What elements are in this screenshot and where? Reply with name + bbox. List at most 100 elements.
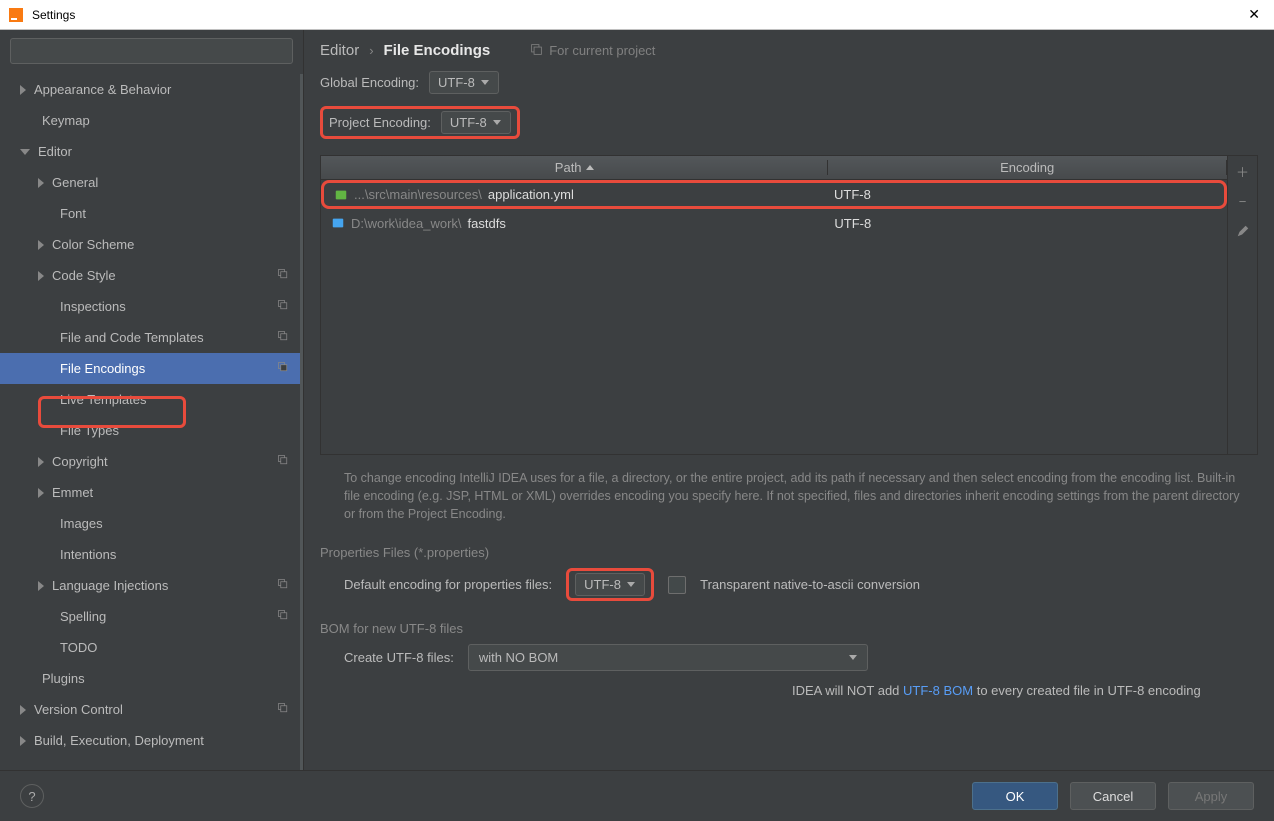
highlight-project-encoding: Project Encoding: UTF-8 [320,106,520,139]
sidebar-item-appearance-behavior[interactable]: Appearance & Behavior [0,74,303,105]
sidebar-item-label: Editor [38,144,72,159]
sidebar-item-label: General [52,175,98,190]
global-encoding-combo[interactable]: UTF-8 [429,71,499,94]
expand-arrow-icon [20,149,30,155]
help-button[interactable]: ? [20,784,44,808]
sidebar-item-inspections[interactable]: Inspections [0,291,303,322]
footer: ? OK Cancel Apply [0,770,1274,821]
utf8-bom-link[interactable]: UTF-8 BOM [903,683,973,698]
sidebar-item-file-encodings[interactable]: File Encodings [0,353,303,384]
apply-button[interactable]: Apply [1168,782,1254,810]
breadcrumb: Editor › File Encodings For current proj… [304,30,1274,71]
sidebar-item-label: Inspections [60,299,126,314]
breadcrumb-parent[interactable]: Editor [320,42,359,59]
chevron-down-icon [627,582,635,587]
chevron-right-icon: › [369,43,373,58]
cancel-button[interactable]: Cancel [1070,782,1156,810]
sidebar-scrollbar[interactable] [300,74,303,770]
project-scope-icon [530,43,543,59]
app-icon [8,7,24,23]
help-text: To change encoding IntelliJ IDEA uses fo… [304,455,1274,533]
sidebar-item-keymap[interactable]: Keymap [0,105,303,136]
bom-note: IDEA will NOT add UTF-8 BOM to every cre… [304,679,1274,698]
sidebar-item-build-execution-deployment[interactable]: Build, Execution, Deployment [0,725,303,756]
sidebar-item-label: Spelling [60,609,106,624]
column-header-encoding[interactable]: Encoding [828,160,1227,175]
sidebar-item-label: Live Templates [60,392,146,407]
project-scope-icon [277,702,289,717]
chevron-down-icon [849,655,857,660]
sidebar-item-file-types[interactable]: File Types [0,415,303,446]
sidebar-item-label: Intentions [60,547,116,562]
expand-arrow-icon [38,240,44,250]
sidebar: Appearance & Behavior Keymap Editor General… [0,30,304,770]
remove-row-button[interactable]: − [1228,186,1257,216]
table-row[interactable]: D:\work\idea_work\fastdfsUTF-8 [321,209,1227,238]
add-row-button[interactable]: ＋ [1228,156,1257,186]
breadcrumb-current: File Encodings [384,42,491,59]
sidebar-item-live-templates[interactable]: Live Templates [0,384,303,415]
sidebar-item-label: File Encodings [60,361,145,376]
highlight-properties-encoding: UTF-8 [566,568,654,601]
chevron-down-icon [493,120,501,125]
sidebar-item-intentions[interactable]: Intentions [0,539,303,570]
expand-arrow-icon [38,488,44,498]
transparent-ascii-checkbox[interactable] [668,576,686,594]
sidebar-item-language-injections[interactable]: Language Injections [0,570,303,601]
project-scope-icon [277,454,289,469]
table-row[interactable]: ...\src\main\resources\application.ymlUT… [321,180,1227,209]
sidebar-item-emmet[interactable]: Emmet [0,477,303,508]
transparent-ascii-label: Transparent native-to-ascii conversion [700,577,920,592]
window-title: Settings [32,8,1242,22]
sidebar-item-label: Appearance & Behavior [34,82,171,97]
sidebar-item-label: Copyright [52,454,108,469]
sidebar-item-images[interactable]: Images [0,508,303,539]
project-scope-icon [277,299,289,314]
sort-asc-icon [586,165,594,170]
project-scope-icon [277,330,289,345]
sidebar-item-label: File and Code Templates [60,330,204,345]
column-header-path[interactable]: Path [321,160,828,175]
sidebar-item-code-style[interactable]: Code Style [0,260,303,291]
expand-arrow-icon [20,705,26,715]
project-scope-icon [277,609,289,624]
sidebar-item-label: Keymap [42,113,90,128]
sidebar-item-version-control[interactable]: Version Control [0,694,303,725]
sidebar-item-label: Images [60,516,103,531]
edit-row-button[interactable] [1228,216,1257,246]
search-input[interactable] [10,38,293,64]
settings-tree: Appearance & Behavior Keymap Editor General… [0,74,303,770]
properties-default-label: Default encoding for properties files: [344,577,552,592]
sidebar-item-label: Version Control [34,702,123,717]
project-encoding-combo[interactable]: UTF-8 [441,111,511,134]
sidebar-item-label: Plugins [42,671,85,686]
bom-section-label: BOM for new UTF-8 files [304,609,1274,644]
encoding-table: Path Encoding ...\src\main\resources\app… [320,155,1228,455]
sidebar-item-plugins[interactable]: Plugins [0,663,303,694]
project-scope-icon [277,578,289,593]
expand-arrow-icon [38,178,44,188]
sidebar-item-file-and-code-templates[interactable]: File and Code Templates [0,322,303,353]
sidebar-item-color-scheme[interactable]: Color Scheme [0,229,303,260]
sidebar-item-label: File Types [60,423,119,438]
sidebar-item-label: Font [60,206,86,221]
create-utf8-combo[interactable]: with NO BOM [468,644,868,671]
sidebar-item-label: Code Style [52,268,116,283]
content-panel: Editor › File Encodings For current proj… [304,30,1274,770]
file-icon [334,188,348,202]
sidebar-item-editor[interactable]: Editor [0,136,303,167]
sidebar-item-copyright[interactable]: Copyright [0,446,303,477]
project-scope-icon [277,361,289,376]
ok-button[interactable]: OK [972,782,1058,810]
sidebar-item-label: Color Scheme [52,237,134,252]
properties-encoding-combo[interactable]: UTF-8 [575,573,645,596]
sidebar-item-general[interactable]: General [0,167,303,198]
sidebar-item-spelling[interactable]: Spelling [0,601,303,632]
expand-arrow-icon [38,581,44,591]
create-utf8-label: Create UTF-8 files: [344,650,454,665]
sidebar-item-todo[interactable]: TODO [0,632,303,663]
for-current-project: For current project [530,43,655,59]
sidebar-item-label: TODO [60,640,97,655]
close-icon[interactable]: ✕ [1242,6,1266,23]
sidebar-item-font[interactable]: Font [0,198,303,229]
